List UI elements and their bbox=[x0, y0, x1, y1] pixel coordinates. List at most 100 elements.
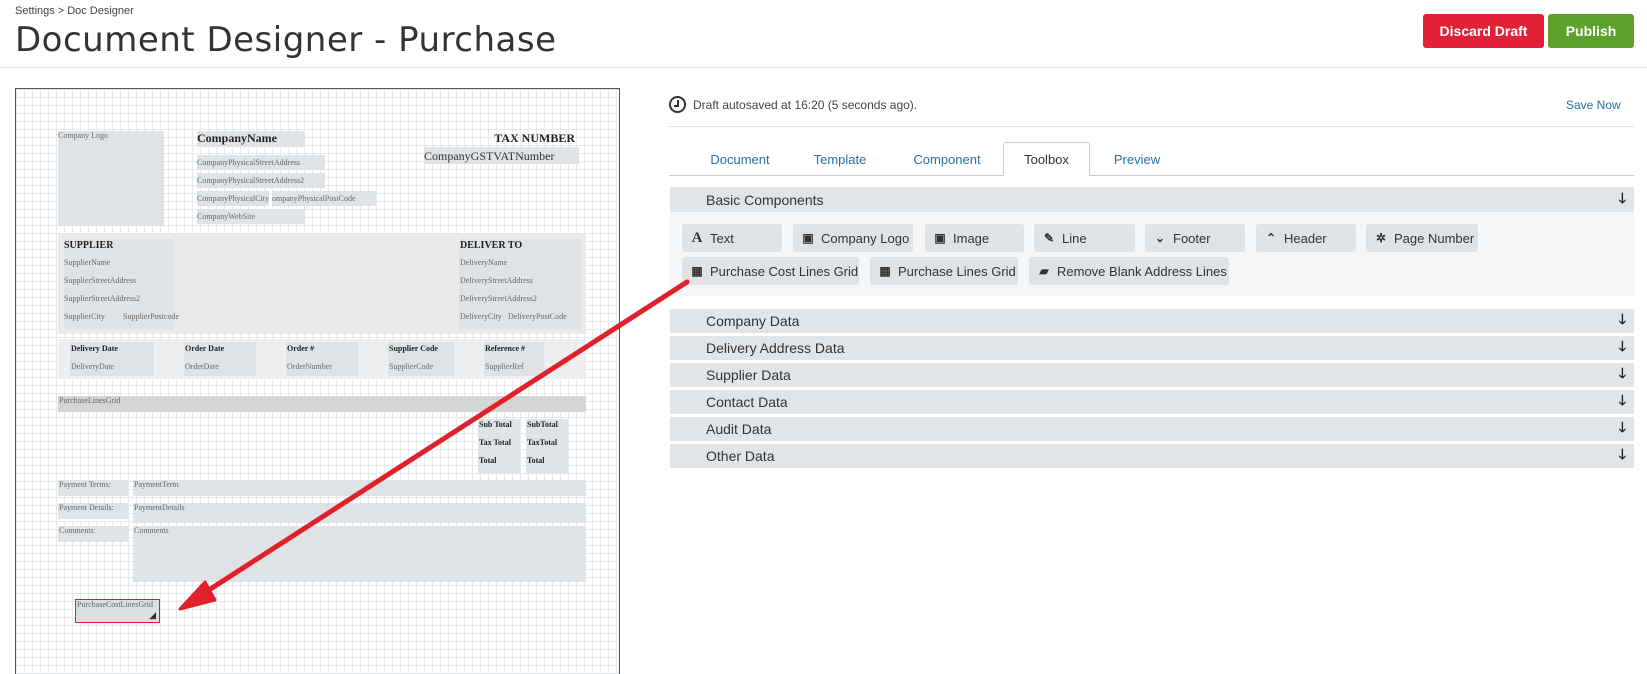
payment-terms-label[interactable]: Payment Terms: bbox=[58, 480, 128, 496]
arrow-down-icon: 🡓 bbox=[1618, 338, 1626, 354]
company-logo-text: Company Logo bbox=[58, 131, 108, 140]
section-delivery-address-data[interactable]: Delivery Address Data 🡓 bbox=[670, 336, 1634, 360]
sub-total-value: SubTotal bbox=[527, 420, 558, 429]
section-audit-data-title: Audit Data bbox=[706, 421, 772, 437]
image-icon: ▣ bbox=[802, 231, 814, 245]
tab-preview[interactable]: Preview bbox=[1093, 142, 1181, 176]
autosave-status: Draft autosaved at 16:20 (5 seconds ago)… bbox=[669, 96, 917, 113]
publish-button[interactable]: Publish bbox=[1548, 14, 1634, 48]
company-name-field[interactable]: CompanyName bbox=[197, 131, 305, 147]
payment-details-label[interactable]: Payment Details: bbox=[58, 503, 128, 519]
order-number-value: OrderNumber bbox=[287, 362, 332, 371]
tool-page-number-label: Page Number bbox=[1394, 230, 1475, 246]
delivery-city: DeliveryCity bbox=[460, 312, 502, 321]
arrow-down-icon: 🡓 bbox=[1618, 446, 1626, 462]
payment-details-field[interactable]: PaymentDetails bbox=[133, 503, 586, 523]
total-value: Total bbox=[527, 456, 545, 465]
save-now-link[interactable]: Save Now bbox=[1566, 98, 1621, 112]
company-website-field[interactable]: CompanyWebSite bbox=[197, 209, 305, 224]
delivery-date-label: Delivery Date bbox=[71, 344, 118, 353]
chevron-up-icon: ⌃ bbox=[1265, 231, 1277, 245]
design-canvas[interactable]: Company Logo CompanyName CompanyPhysical… bbox=[15, 88, 620, 674]
delivery-address2: DeliveryStreetAddress2 bbox=[460, 294, 537, 303]
delivery-name: DeliveryName bbox=[460, 258, 508, 267]
section-other-data[interactable]: Other Data 🡓 bbox=[670, 444, 1634, 468]
company-address-field[interactable]: CompanyPhysicalStreetAddress bbox=[197, 155, 325, 170]
section-delivery-address-data-title: Delivery Address Data bbox=[706, 340, 845, 356]
company-city-field[interactable]: CompanyPhysicalCity bbox=[197, 191, 269, 206]
tool-company-logo[interactable]: ▣ Company Logo bbox=[793, 224, 913, 252]
tool-text[interactable]: A Text bbox=[682, 224, 782, 252]
arrow-down-icon: 🡓 bbox=[1618, 392, 1626, 408]
tool-company-logo-label: Company Logo bbox=[821, 230, 910, 246]
payment-term-field[interactable]: PaymentTerm bbox=[133, 480, 586, 496]
purchase-lines-grid-field[interactable]: PurchaseLinesGrid bbox=[58, 396, 586, 412]
company-logo-field[interactable]: Company Logo bbox=[58, 131, 164, 226]
arrow-down-icon: 🡓 bbox=[1618, 189, 1626, 206]
page-title: Document Designer - Purchase bbox=[15, 20, 557, 60]
tool-purchase-cost-lines-grid[interactable]: ▦ Purchase Cost Lines Grid bbox=[682, 257, 859, 285]
arrow-down-icon: 🡓 bbox=[1618, 365, 1626, 381]
grid-icon: ▦ bbox=[879, 264, 891, 278]
supplier-address: SupplierStreetAddress bbox=[64, 276, 136, 285]
section-basic-components-title: Basic Components bbox=[706, 191, 824, 208]
breadcrumb-current[interactable]: Doc Designer bbox=[67, 5, 134, 17]
total-label: Total bbox=[479, 456, 497, 465]
reference-value: SupplierRef bbox=[485, 362, 524, 371]
discard-draft-button[interactable]: Discard Draft bbox=[1423, 14, 1544, 48]
tool-remove-blank-address-lines-label: Remove Blank Address Lines bbox=[1057, 263, 1227, 279]
breadcrumb: Settings > Doc Designer bbox=[15, 5, 137, 17]
purchase-cost-lines-grid-field[interactable]: PurchaseCostLinesGrid ◢ bbox=[75, 599, 160, 623]
chevron-down-icon: ⌄ bbox=[1154, 231, 1166, 245]
delivery-date-value: DeliveryDate bbox=[71, 362, 115, 371]
tool-header-label: Header bbox=[1284, 230, 1327, 246]
purchase-cost-lines-grid-text: PurchaseCostLinesGrid bbox=[77, 600, 153, 609]
sub-total-label: Sub Total bbox=[479, 420, 512, 429]
section-contact-data[interactable]: Contact Data 🡓 bbox=[670, 390, 1634, 414]
designer-tabs: Document Template Component Toolbox Prev… bbox=[669, 142, 1634, 177]
tool-remove-blank-address-lines[interactable]: ▰ Remove Blank Address Lines bbox=[1029, 257, 1229, 285]
tool-header[interactable]: ⌃ Header bbox=[1256, 224, 1356, 252]
clock-icon bbox=[669, 96, 686, 113]
image-icon: ▣ bbox=[934, 231, 946, 245]
supplier-heading: SUPPLIER bbox=[64, 240, 114, 251]
supplier-name: SupplierName bbox=[64, 258, 111, 267]
section-company-data[interactable]: Company Data 🡓 bbox=[670, 309, 1634, 333]
section-basic-components[interactable]: Basic Components 🡓 bbox=[670, 187, 1634, 212]
supplier-postcode: SupplierPostcode bbox=[123, 312, 179, 321]
section-supplier-data[interactable]: Supplier Data 🡓 bbox=[670, 363, 1634, 387]
section-contact-data-title: Contact Data bbox=[706, 394, 788, 410]
tool-image[interactable]: ▣ Image bbox=[925, 224, 1024, 252]
section-audit-data[interactable]: Audit Data 🡓 bbox=[670, 417, 1634, 441]
tab-document[interactable]: Document bbox=[693, 142, 787, 176]
grid-icon: ▦ bbox=[691, 264, 703, 278]
tab-toolbox[interactable]: Toolbox bbox=[1003, 142, 1090, 177]
tax-total-value: TaxTotal bbox=[527, 438, 558, 447]
tax-number-label[interactable]: TAX NUMBER bbox=[471, 131, 575, 146]
tab-template[interactable]: Template bbox=[794, 142, 886, 176]
comments-field[interactable]: Comments bbox=[133, 526, 586, 582]
book-icon: ▰ bbox=[1039, 264, 1049, 278]
pencil-icon: ✎ bbox=[1043, 231, 1055, 245]
supplier-address2: SupplierStreetAddress2 bbox=[64, 294, 140, 303]
delivery-postcode: DeliveryPostCode bbox=[508, 312, 567, 321]
tool-footer[interactable]: ⌄ Footer bbox=[1145, 224, 1245, 252]
autosave-text: Draft autosaved at 16:20 (5 seconds ago)… bbox=[693, 97, 918, 112]
arrow-down-icon: 🡓 bbox=[1618, 311, 1626, 327]
tab-component[interactable]: Component bbox=[897, 142, 997, 176]
company-address2-field[interactable]: CompanyPhysicalStreetAddress2 bbox=[197, 173, 325, 188]
tool-page-number[interactable]: ✲ Page Number bbox=[1366, 224, 1478, 252]
breadcrumb-settings[interactable]: Settings bbox=[15, 5, 55, 17]
gear-icon: ✲ bbox=[1375, 231, 1387, 245]
resize-handle-icon[interactable]: ◢ bbox=[149, 610, 156, 621]
delivery-address: DeliveryStreetAddress bbox=[460, 276, 533, 285]
section-supplier-data-title: Supplier Data bbox=[706, 367, 791, 383]
gst-number-field[interactable]: CompanyGSTVATNumber bbox=[424, 147, 579, 164]
tool-line[interactable]: ✎ Line bbox=[1034, 224, 1135, 252]
company-postcode-field[interactable]: ompanyPhysicalPostCode bbox=[272, 191, 376, 206]
supplier-city: SupplierCity bbox=[64, 312, 105, 321]
supplier-code-value: SupplierCode bbox=[389, 362, 433, 371]
tool-purchase-lines-grid[interactable]: ▦ Purchase Lines Grid bbox=[870, 257, 1018, 285]
tool-footer-label: Footer bbox=[1173, 230, 1211, 246]
comments-label[interactable]: Comments: bbox=[58, 526, 128, 542]
